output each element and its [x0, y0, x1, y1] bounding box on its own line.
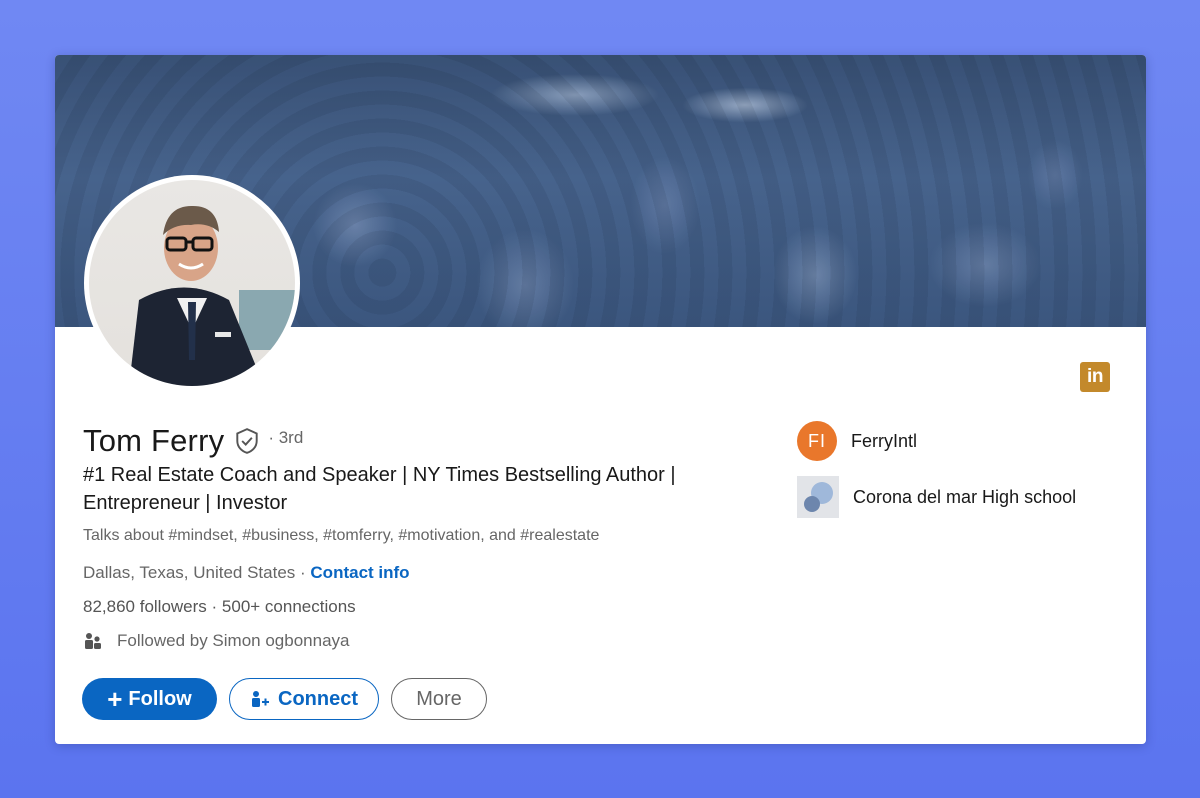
school-name: Corona del mar High school [853, 486, 1077, 507]
company-initials: FI [808, 430, 826, 451]
plus-icon: + [107, 684, 123, 714]
action-buttons: + Follow Connect More [82, 678, 487, 720]
followers-count: 82,860 followers [83, 597, 207, 616]
follow-button[interactable]: + Follow [82, 678, 217, 720]
followed-by-row[interactable]: Followed by Simon ogbonnaya [83, 631, 349, 651]
school-logo-icon [797, 476, 839, 518]
current-company[interactable]: FI FerryIntl [797, 420, 1076, 462]
stats-row: 82,860 followers · 500+ connections [83, 597, 356, 617]
connection-degree: · 3rd [268, 428, 304, 447]
location-row: Dallas, Texas, United States · Contact i… [83, 563, 410, 583]
person-portrait-icon [129, 205, 295, 386]
education-school[interactable]: Corona del mar High school [797, 476, 1076, 518]
company-logo: FI [797, 421, 837, 461]
more-label: More [416, 687, 462, 710]
profile-photo[interactable] [84, 175, 300, 391]
verified-shield-icon[interactable] [234, 427, 260, 455]
connect-button[interactable]: Connect [229, 678, 379, 720]
connect-label: Connect [278, 687, 358, 710]
profile-name: Tom Ferry [83, 423, 225, 458]
company-name: FerryIntl [851, 430, 918, 451]
follow-label: Follow [128, 687, 192, 710]
talks-about: Talks about #mindset, #business, #tomfer… [83, 527, 600, 544]
add-person-icon [252, 691, 269, 707]
people-icon [85, 633, 101, 649]
name-row: Tom Ferry · 3rd [83, 423, 303, 459]
more-button[interactable]: More [391, 678, 487, 720]
contact-info-link[interactable]: Contact info [310, 563, 409, 582]
profile-headline: #1 Real Estate Coach and Speaker | NY Ti… [83, 464, 676, 514]
linkedin-badge-text: in [1087, 366, 1103, 387]
profile-side-info: FI FerryIntl Corona del mar High school [797, 420, 1076, 532]
profile-photo-image [89, 180, 295, 386]
profile-card: in Tom Ferry · 3rd #1 Real Estate Coach … [55, 55, 1146, 744]
linkedin-icon[interactable]: in [1080, 362, 1110, 392]
location-text: Dallas, Texas, United States [83, 563, 296, 582]
connections-count[interactable]: · 500+ connections [207, 597, 356, 616]
followed-by-text: Followed by Simon ogbonnaya [117, 631, 350, 650]
location-separator: · [295, 563, 311, 582]
